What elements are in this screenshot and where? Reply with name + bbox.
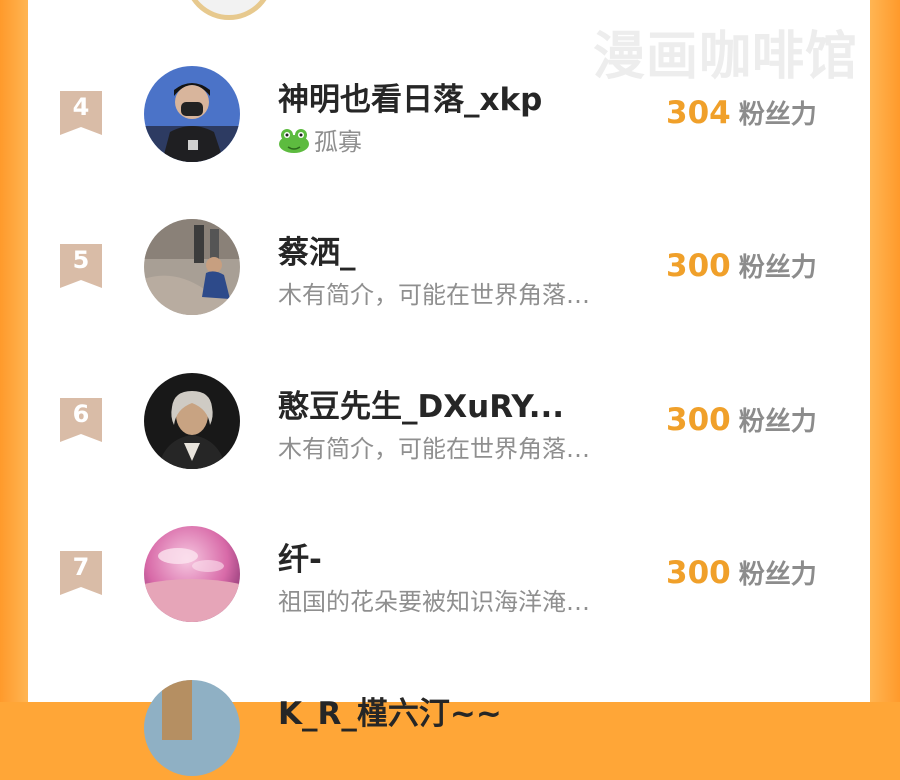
username: K_R_槿六汀~~ xyxy=(278,696,502,732)
frog-icon xyxy=(279,128,309,153)
fan-power-score: 304 粉丝力 xyxy=(666,95,817,131)
username: 蔡洒_ xyxy=(278,235,356,271)
right-orange-border xyxy=(870,0,900,702)
fan-power-score: 300 粉丝力 xyxy=(666,555,817,591)
username: 神明也看日落_xkp xyxy=(278,82,543,118)
avatar[interactable] xyxy=(144,373,240,469)
list-item[interactable]: 4 神明也看日落_xkp 孤寡 304 粉丝力 xyxy=(28,66,870,166)
rank-badge: 4 xyxy=(60,91,102,135)
fan-power-score: 300 粉丝力 xyxy=(666,402,817,438)
username: 憨豆先生_DXuRY... xyxy=(278,389,565,425)
leaderboard-card: 漫画咖啡馆 4 神明也看日落_xkp 孤寡 304 粉丝力 5 蔡洒_ 木有简介… xyxy=(28,0,870,776)
rank-badge: 7 xyxy=(60,551,102,595)
rank-badge: 5 xyxy=(60,244,102,288)
username: 纤- xyxy=(278,542,322,578)
user-bio: 祖国的花朵要被知识海洋淹… xyxy=(278,588,590,616)
list-item[interactable]: 6 憨豆先生_DXuRY... 木有简介，可能在世界角落… 300 粉丝力 xyxy=(28,373,870,473)
user-bio: 孤寡 xyxy=(278,122,362,157)
list-item[interactable]: K_R_槿六汀~~ xyxy=(28,680,870,780)
left-orange-border xyxy=(0,0,28,702)
avatar[interactable] xyxy=(144,526,240,622)
avatar[interactable] xyxy=(144,680,240,776)
list-item[interactable]: 7 纤- 祖国的花朵要被知识海洋淹… 300 粉丝力 xyxy=(28,526,870,626)
avatar[interactable] xyxy=(144,66,240,162)
user-bio: 木有简介，可能在世界角落… xyxy=(278,281,590,309)
avatar[interactable] xyxy=(144,219,240,315)
avatar-rank-3[interactable] xyxy=(184,0,274,20)
fan-power-score: 300 粉丝力 xyxy=(666,248,817,284)
list-item[interactable]: 5 蔡洒_ 木有简介，可能在世界角落… 300 粉丝力 xyxy=(28,219,870,319)
rank-badge: 6 xyxy=(60,398,102,442)
user-bio: 木有简介，可能在世界角落… xyxy=(278,435,590,463)
